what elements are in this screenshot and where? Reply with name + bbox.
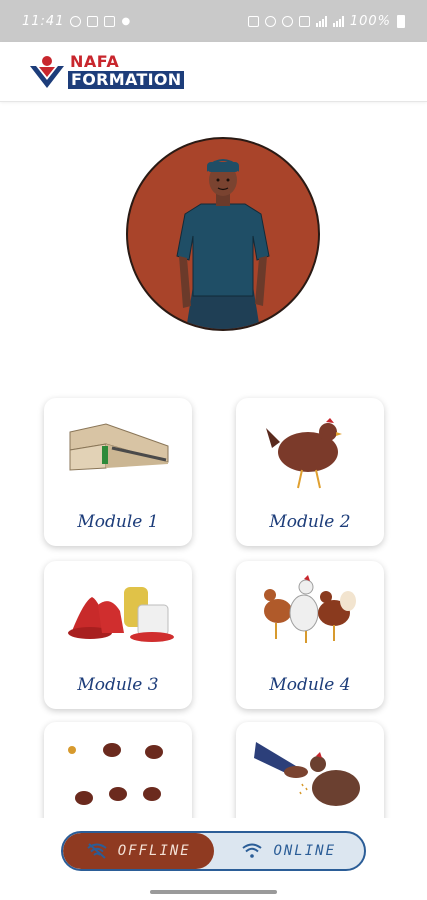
wifi-icon xyxy=(242,843,263,858)
logo-mark-icon xyxy=(30,56,64,88)
status-time: 11:41 xyxy=(22,13,65,29)
module-3-label: Module 3 xyxy=(77,675,159,695)
telegram-icon xyxy=(87,15,99,27)
chicken-breeds-icon xyxy=(264,575,356,643)
nfc-icon xyxy=(247,15,259,27)
mute-icon xyxy=(298,15,310,27)
online-label: ONLINE xyxy=(273,843,337,859)
status-bar: 11:41 ● 100% xyxy=(0,0,427,42)
instructor-avatar xyxy=(123,136,323,332)
module-4-card[interactable]: Module 4 xyxy=(236,561,384,709)
offline-option[interactable]: OFFLINE xyxy=(63,833,214,869)
app-notification-icon xyxy=(104,15,116,27)
alarm-icon xyxy=(264,15,276,27)
bluetooth-icon xyxy=(281,15,293,27)
battery-percent: 100% xyxy=(349,13,391,29)
module-5-card[interactable] xyxy=(44,722,192,832)
signal-2-icon xyxy=(332,15,344,27)
wifi-off-icon xyxy=(87,843,107,859)
module-2-card[interactable]: Module 2 xyxy=(236,398,384,546)
poultry-house-icon xyxy=(69,423,169,471)
woman-avatar-icon xyxy=(126,137,320,331)
feeders-drinkers-icon xyxy=(68,587,174,642)
logo-text-top: NAFA xyxy=(70,52,120,71)
app-bar: NAFA FORMATION xyxy=(0,42,427,102)
bottom-bar: OFFLINE ONLINE xyxy=(0,818,427,900)
battery-icon xyxy=(397,14,405,28)
hen-icon xyxy=(266,418,342,489)
module-3-card[interactable]: Module 3 xyxy=(44,561,192,709)
hand-feeding-hen-icon xyxy=(254,742,360,806)
offline-label: OFFLINE xyxy=(117,843,191,859)
notification-icon xyxy=(70,15,82,27)
signal-icon xyxy=(315,15,327,27)
home-indicator[interactable] xyxy=(150,890,277,894)
more-notifications-icon: ● xyxy=(121,15,132,27)
chicks-flock-icon xyxy=(68,743,163,805)
connection-mode-toggle[interactable]: OFFLINE ONLINE xyxy=(61,831,366,871)
module-1-card[interactable]: Module 1 xyxy=(44,398,192,546)
module-1-label: Module 1 xyxy=(77,512,159,532)
module-4-label: Module 4 xyxy=(269,675,351,695)
module-6-card[interactable] xyxy=(236,722,384,832)
logo-text-bottom: FORMATION xyxy=(68,71,185,89)
nafa-formation-logo: NAFA FORMATION xyxy=(28,54,198,92)
module-2-label: Module 2 xyxy=(269,512,351,532)
online-option[interactable]: ONLINE xyxy=(214,833,365,869)
